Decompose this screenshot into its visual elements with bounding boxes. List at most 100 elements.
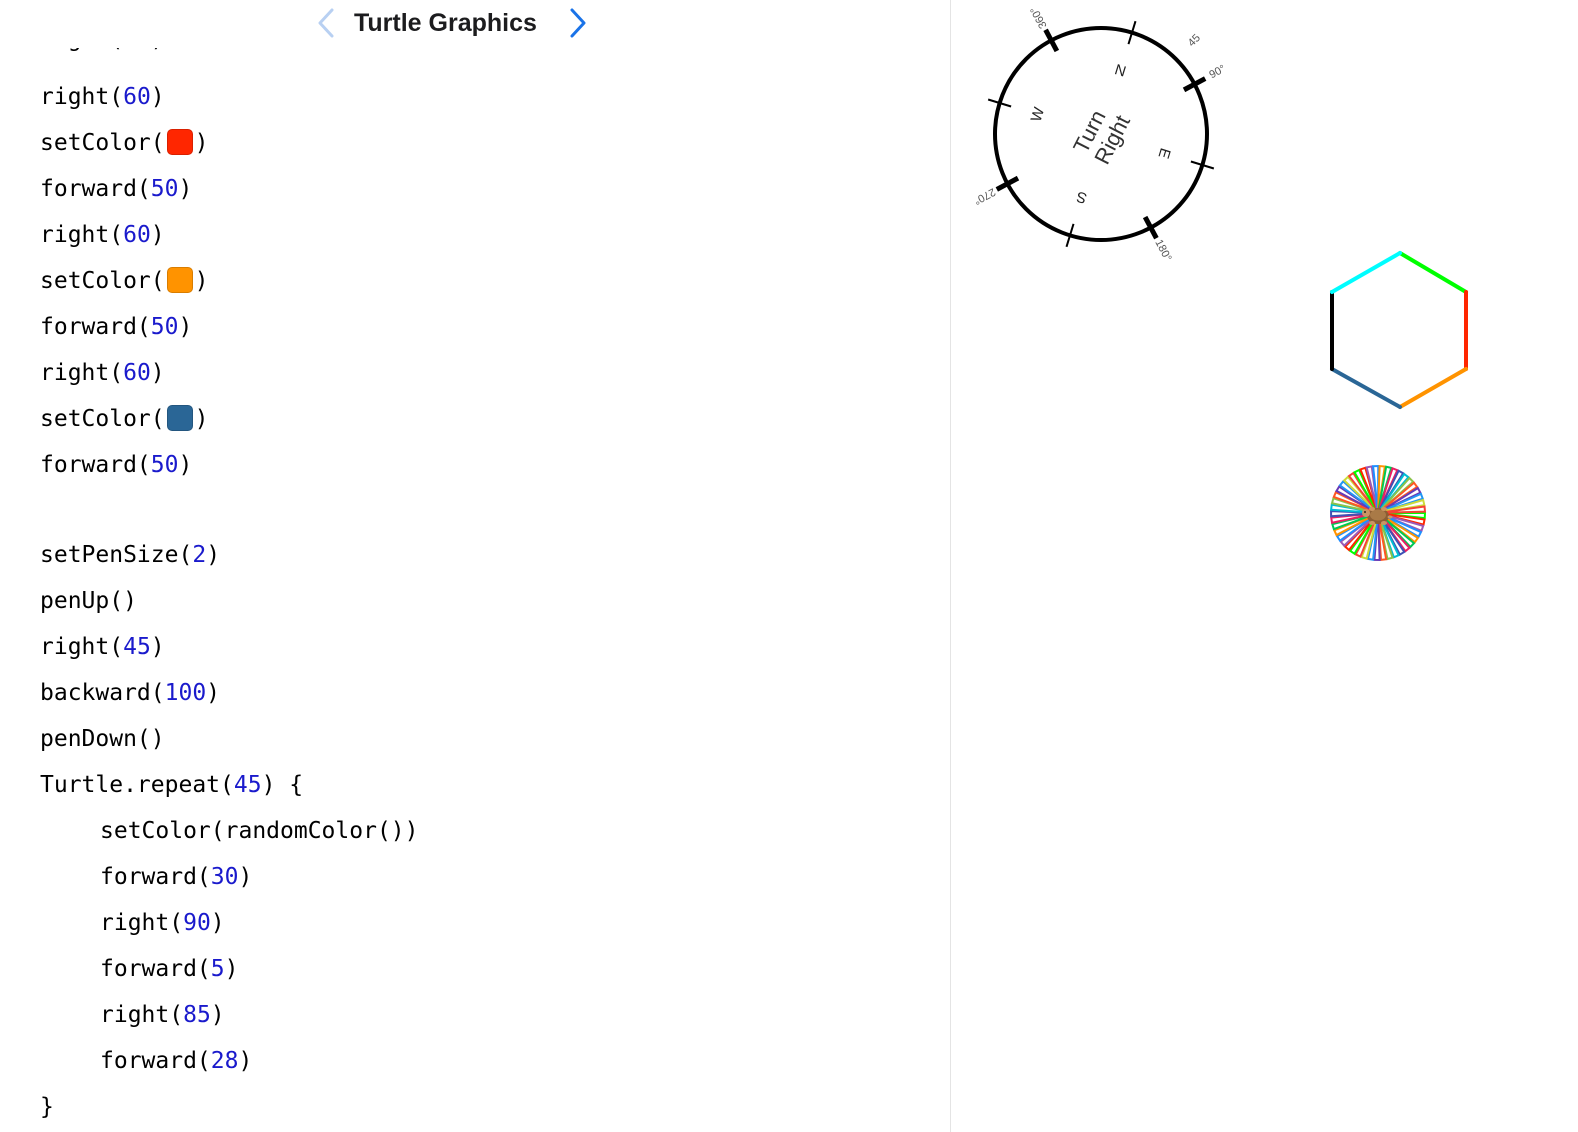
code-line[interactable]: right(60)	[40, 356, 165, 390]
code-token: setColor(	[40, 268, 165, 294]
code-token: right(	[40, 360, 124, 386]
code-token: penUp()	[40, 588, 137, 614]
code-token: )	[150, 222, 165, 248]
compass-degree-label: 90°	[1207, 63, 1227, 81]
code-line[interactable]: right(90)	[100, 906, 225, 940]
code-token: )	[238, 864, 253, 890]
code-line[interactable]: right(60)	[40, 218, 165, 252]
navigation-bar: Turtle Graphics	[0, 0, 950, 48]
code-line[interactable]: Turtle.repeat(45) {	[40, 768, 303, 802]
code-token: backward(	[40, 680, 165, 706]
color-swatch[interactable]	[166, 405, 193, 431]
hexagon-edge	[1398, 251, 1468, 294]
compass-center-label: Turn Right	[1068, 100, 1135, 168]
code-editor[interactable]: Turtle Graphics right(60) right(60)setCo…	[0, 0, 950, 1132]
code-line[interactable]: forward(50)	[40, 310, 192, 344]
code-token: forward(	[40, 176, 151, 202]
code-token: )	[194, 130, 209, 156]
numeric-literal[interactable]: 50	[151, 176, 179, 202]
code-token: )	[224, 956, 239, 982]
code-line[interactable]: forward(30)	[100, 860, 252, 894]
code-line[interactable]: setColor(randomColor())	[100, 814, 419, 848]
next-page-button[interactable]	[568, 6, 590, 40]
code-token: )	[178, 452, 193, 478]
compass-dial: N E S W 4590° 180° 270° 360° Turn Right	[972, 5, 1228, 264]
code-token: setColor(randomColor())	[100, 818, 419, 844]
numeric-literal[interactable]: 45	[234, 772, 262, 798]
numeric-literal[interactable]: 45	[123, 634, 151, 660]
compass-direction-label: N	[1113, 61, 1128, 80]
code-token: )	[238, 1048, 253, 1074]
code-token: setColor(	[40, 406, 165, 432]
numeric-literal[interactable]: 2	[192, 542, 206, 568]
code-token: setColor(	[40, 130, 165, 156]
compass-direction-label: W	[1028, 105, 1049, 124]
color-swatch[interactable]	[166, 267, 193, 293]
page-title: Turtle Graphics	[354, 9, 537, 37]
code-line[interactable]: penUp()	[40, 584, 137, 618]
code-token: Turtle.repeat(	[40, 772, 234, 798]
numeric-literal[interactable]: 5	[211, 956, 225, 982]
code-line[interactable]: right(45)	[40, 630, 165, 664]
code-token: right(	[100, 1002, 184, 1028]
compass-degree-label: 270°	[972, 185, 998, 206]
hexagon-edge	[1398, 367, 1468, 409]
previous-page-button[interactable]	[314, 6, 336, 40]
code-line[interactable]: forward(5)	[100, 952, 239, 986]
code-token: right(	[100, 910, 184, 936]
compass-direction-label: E	[1155, 146, 1174, 161]
code-token: }	[40, 1094, 54, 1120]
code-line[interactable]: right(85)	[100, 998, 225, 1032]
code-token: )	[150, 360, 165, 386]
code-token: forward(	[40, 314, 151, 340]
numeric-literal[interactable]: 60	[123, 360, 151, 386]
numeric-literal[interactable]: 90	[183, 910, 211, 936]
code-line[interactable]: }	[40, 1090, 54, 1124]
code-token: right(	[40, 222, 124, 248]
code-line[interactable]: penDown()	[40, 722, 165, 756]
code-token: right(	[40, 84, 124, 110]
code-line[interactable]: setColor()	[40, 402, 208, 436]
code-line[interactable]: forward(50)	[40, 448, 192, 482]
code-token: )	[150, 634, 165, 660]
chevron-left-icon	[318, 8, 334, 38]
code-line-partial: right(60)	[40, 46, 210, 60]
live-view-canvas: N E S W 45 90° 180° 270° 360° Turn Right	[951, 0, 1578, 1132]
code-token: )	[178, 176, 193, 202]
code-line[interactable]: setColor()	[40, 126, 208, 160]
numeric-literal[interactable]: 100	[165, 680, 207, 706]
code-token: )	[194, 268, 209, 294]
code-token: )	[194, 406, 209, 432]
code-token: forward(	[100, 956, 211, 982]
chevron-right-icon	[570, 8, 586, 38]
code-line[interactable]: forward(28)	[100, 1044, 252, 1078]
numeric-literal[interactable]: 28	[211, 1048, 239, 1074]
code-line[interactable]: setPenSize(2)	[40, 538, 220, 572]
hexagon-edge	[1330, 251, 1402, 294]
turtle-hexagon-drawing	[1330, 251, 1468, 409]
numeric-literal[interactable]: 60	[123, 84, 151, 110]
code-line[interactable]: setColor()	[40, 264, 208, 298]
code-token: )	[150, 84, 165, 110]
numeric-literal[interactable]: 60	[123, 222, 151, 248]
code-token: )	[206, 542, 221, 568]
code-token: penDown()	[40, 726, 165, 752]
code-token: forward(	[100, 864, 211, 890]
code-token: forward(	[40, 452, 151, 478]
numeric-literal[interactable]: 50	[151, 452, 179, 478]
code-line[interactable]: forward(50)	[40, 172, 192, 206]
color-swatch[interactable]	[166, 129, 193, 155]
code-token: ) {	[261, 772, 304, 798]
numeric-literal[interactable]: 85	[183, 1002, 211, 1028]
hexagon-edge	[1330, 367, 1402, 409]
compass-degree-label: 180°	[1152, 238, 1173, 264]
code-token: )	[210, 910, 225, 936]
compass-direction-label: S	[1074, 188, 1089, 207]
code-line[interactable]: backward(100)	[40, 676, 220, 710]
code-token: setPenSize(	[40, 542, 193, 568]
numeric-literal[interactable]: 50	[151, 314, 179, 340]
compass-degree-label: 360°	[1028, 5, 1049, 31]
turtle-spiral-drawing	[1329, 464, 1427, 562]
numeric-literal[interactable]: 30	[211, 864, 239, 890]
code-line[interactable]: right(60)	[40, 80, 165, 114]
